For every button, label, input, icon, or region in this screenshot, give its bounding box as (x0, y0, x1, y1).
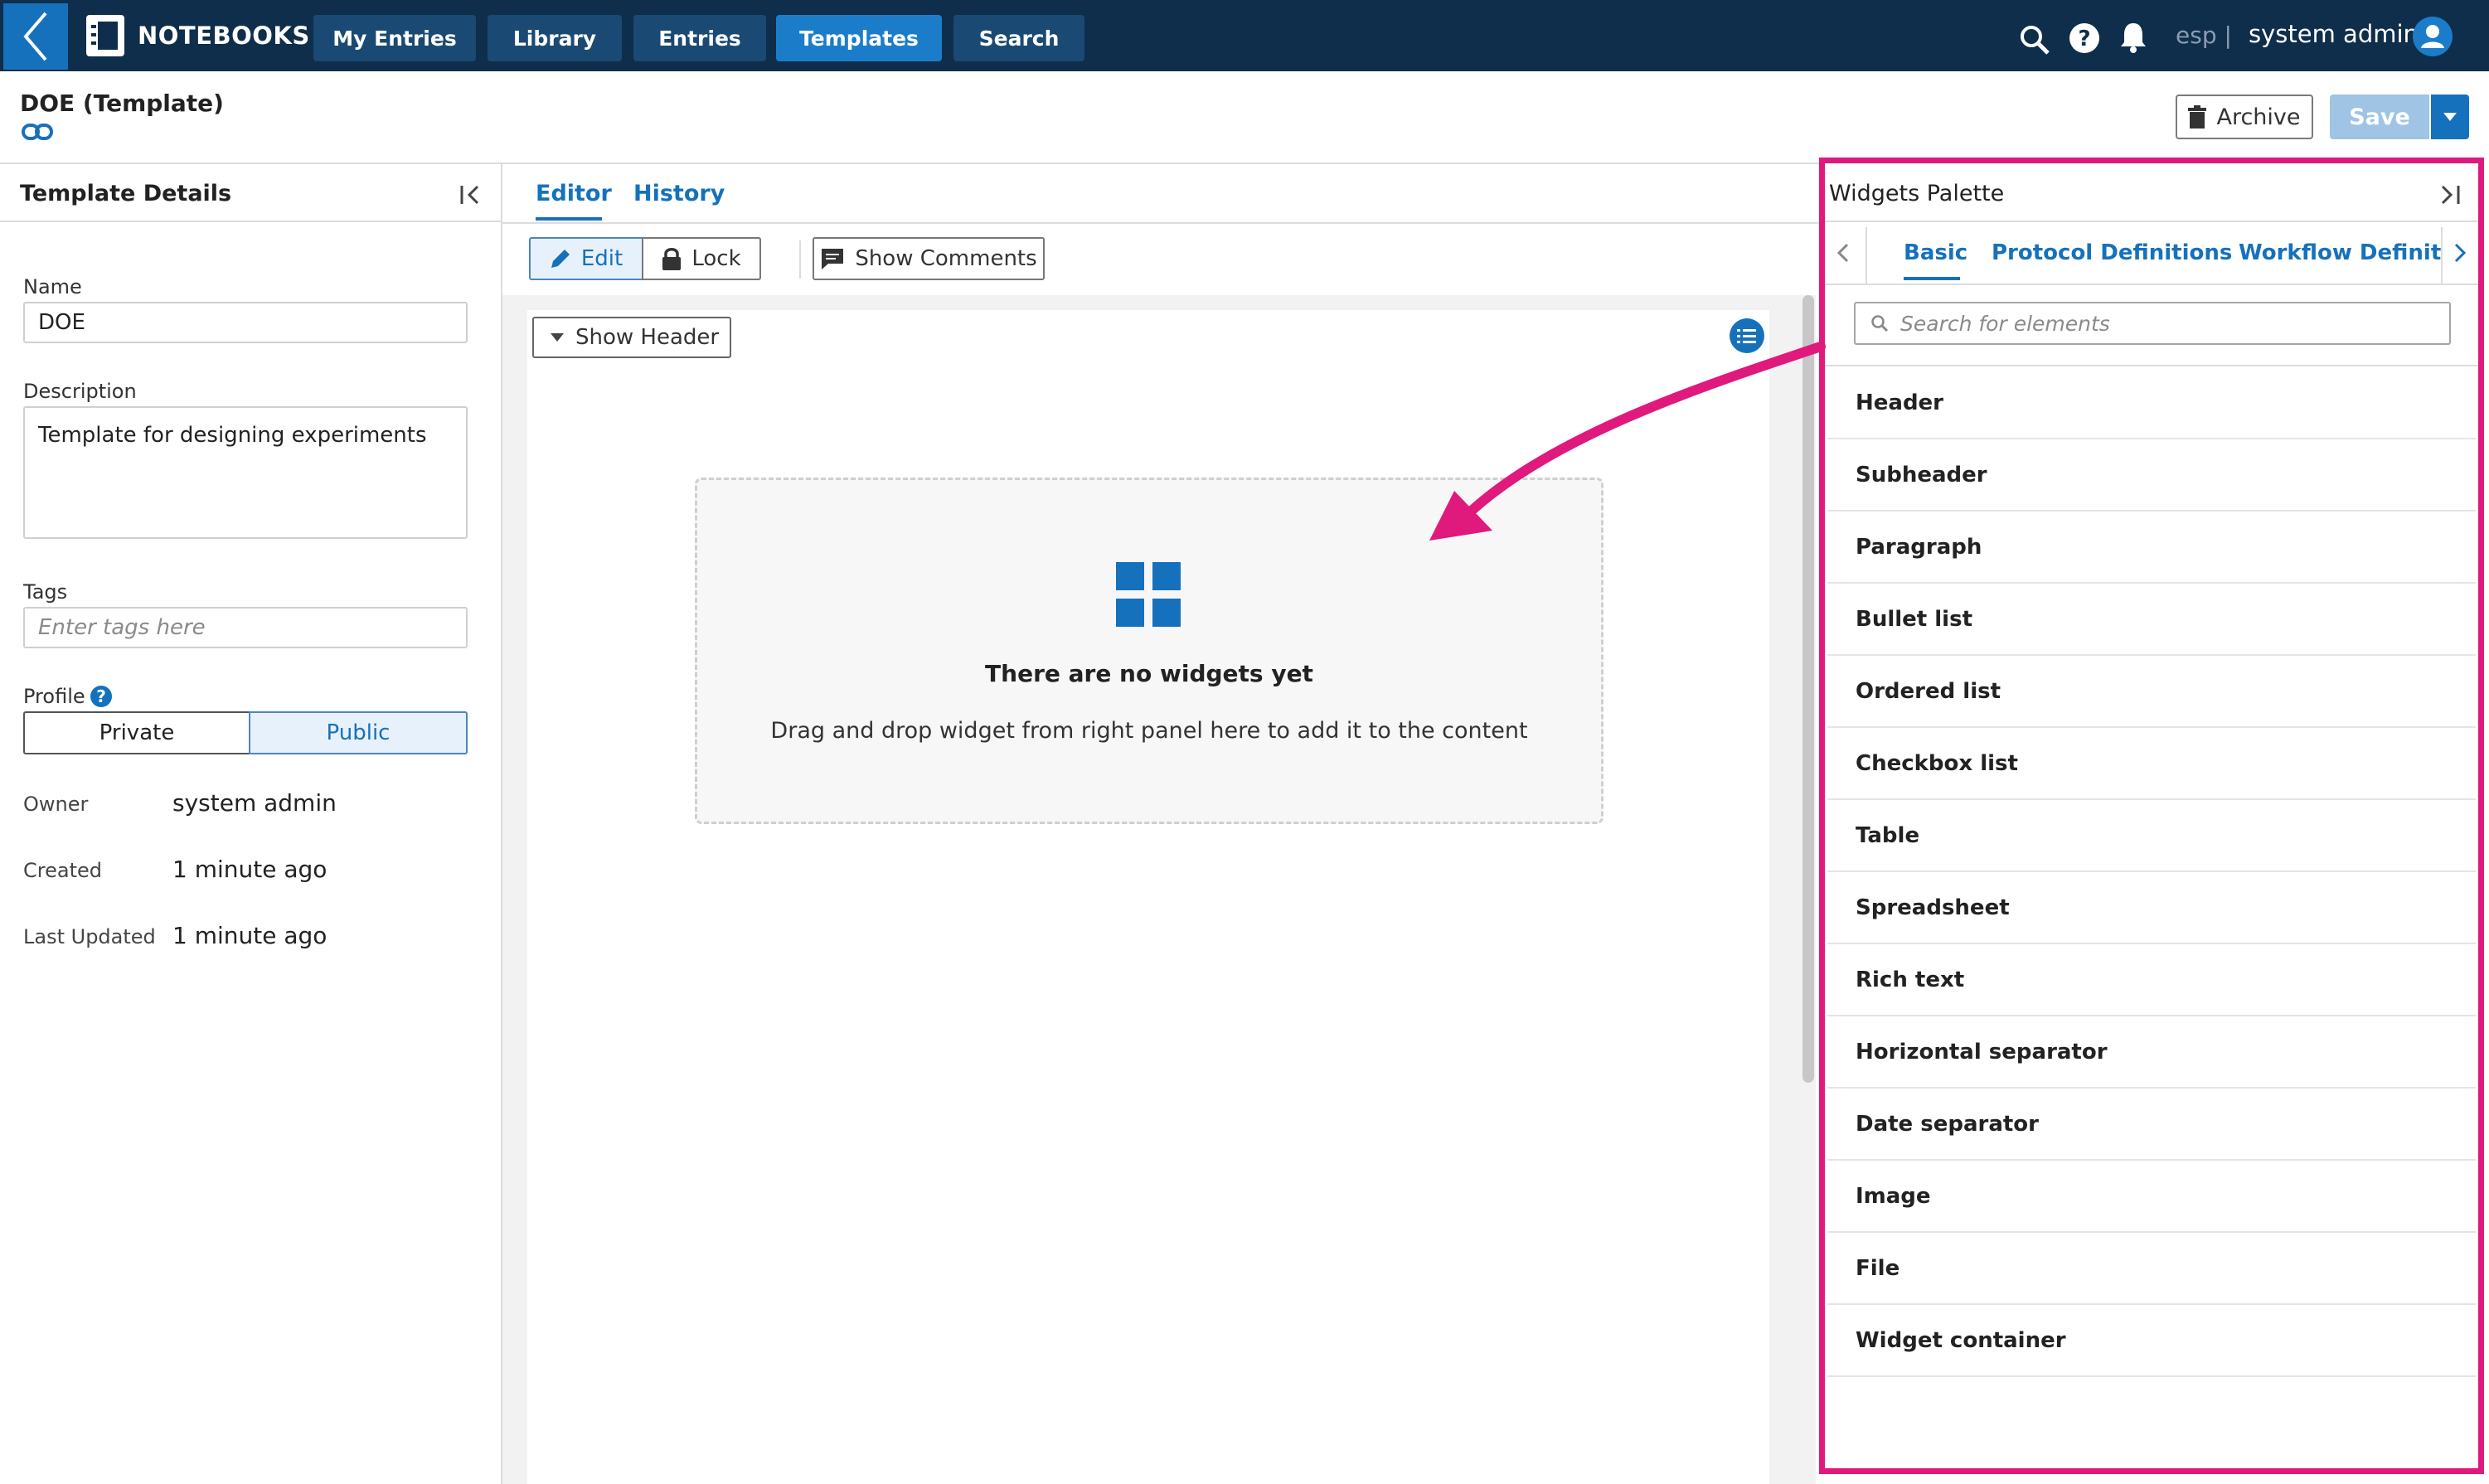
divider (799, 240, 801, 279)
brand-name: NOTEBOOKS (138, 22, 310, 50)
updated-label: Last Updated (23, 925, 156, 948)
description-label: Description (23, 380, 137, 403)
comments-label: Show Comments (855, 246, 1037, 271)
list-icon (1737, 329, 1756, 343)
created-label: Created (23, 859, 102, 882)
brand[interactable]: NOTEBOOKS (86, 15, 310, 56)
template-details-heading: Template Details (20, 181, 232, 206)
user-icon (2421, 25, 2444, 48)
name-input[interactable]: DOE (23, 302, 468, 343)
help-icon[interactable]: ? (2068, 22, 2101, 55)
description-textarea[interactable]: Template for designing experiments (23, 406, 468, 539)
grid-icon (1116, 562, 1181, 627)
nav-library[interactable]: Library (488, 15, 622, 61)
save-button[interactable]: Save (2330, 95, 2429, 139)
link-icon[interactable] (22, 123, 53, 141)
owner-value: system admin (172, 789, 337, 817)
lock-icon (662, 248, 682, 270)
tab-editor[interactable]: Editor (536, 181, 612, 206)
page-title: DOE (Template) (20, 90, 224, 117)
editor-scrollbar[interactable] (1802, 295, 1814, 1083)
tags-label: Tags (23, 580, 68, 604)
show-header-label: Show Header (575, 325, 720, 350)
nav-templates[interactable]: Templates (776, 15, 942, 61)
search-icon[interactable] (2018, 23, 2051, 56)
caret-down-icon (551, 333, 564, 342)
show-comments-button[interactable]: Show Comments (813, 237, 1045, 280)
bell-icon[interactable] (2118, 20, 2149, 53)
divider (502, 222, 1819, 224)
palette-highlight-frame (1819, 158, 2484, 1474)
collapse-left-icon[interactable] (459, 184, 483, 206)
user-name[interactable]: system admin (2249, 20, 2419, 48)
save-options-button[interactable] (2431, 95, 2469, 139)
empty-state-text: Drag and drop widget from right panel he… (770, 718, 1528, 744)
empty-state-title: There are no widgets yet (985, 660, 1313, 687)
name-label: Name (23, 275, 82, 298)
outline-button[interactable] (1730, 318, 1764, 353)
active-tab-indicator (536, 217, 602, 221)
language-switcher[interactable]: esp | (2176, 22, 2232, 49)
tags-input[interactable]: Enter tags here (23, 607, 468, 648)
profile-private-option[interactable]: Private (23, 711, 250, 754)
avatar[interactable] (2413, 17, 2453, 56)
pencil-icon (551, 250, 570, 268)
nav-entries[interactable]: Entries (633, 15, 766, 61)
archive-button[interactable]: Archive (2176, 95, 2313, 139)
profile-label: Profile (23, 685, 85, 708)
owner-label: Owner (23, 793, 89, 816)
nav-search[interactable]: Search (953, 15, 1084, 61)
top-navbar: NOTEBOOKS My Entries Library Entries Tem… (0, 0, 2489, 71)
notebook-logo-icon (86, 15, 124, 56)
widget-drop-zone[interactable] (695, 478, 1604, 824)
updated-value: 1 minute ago (172, 922, 328, 949)
lock-label: Lock (691, 246, 741, 271)
created-value: 1 minute ago (172, 856, 328, 883)
comment-icon (822, 249, 844, 269)
divider (0, 162, 1819, 164)
back-button[interactable] (3, 3, 68, 70)
chevron-left-icon (23, 12, 47, 61)
svg-text:?: ? (96, 686, 106, 706)
nav-my-entries[interactable]: My Entries (313, 15, 476, 61)
svg-text:?: ? (2078, 27, 2090, 51)
archive-label: Archive (2216, 104, 2301, 130)
edit-button[interactable]: Edit (529, 237, 643, 280)
trash-icon (2188, 105, 2207, 129)
lock-button[interactable]: Lock (642, 237, 761, 280)
edit-label: Edit (580, 246, 623, 271)
show-header-button[interactable]: Show Header (532, 317, 731, 358)
profile-public-option[interactable]: Public (249, 711, 468, 754)
tab-history[interactable]: History (633, 181, 725, 206)
help-icon[interactable]: ? (90, 685, 113, 708)
caret-down-icon (2443, 113, 2457, 121)
divider (0, 221, 501, 222)
